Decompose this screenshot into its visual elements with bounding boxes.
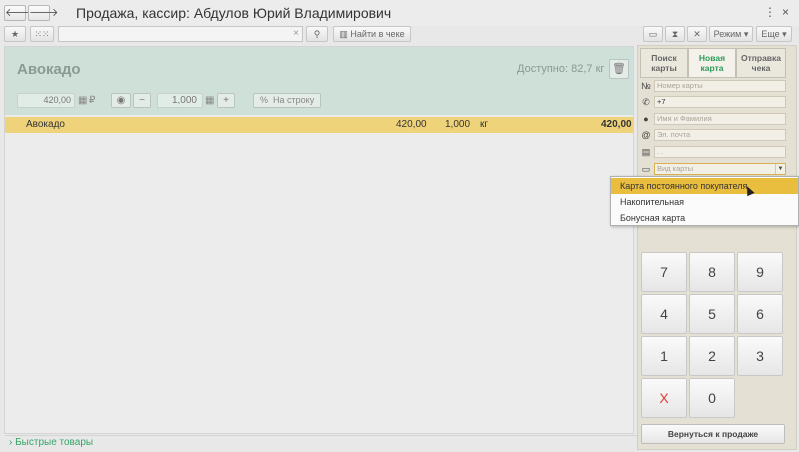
- trash-icon: 🗑: [612, 63, 626, 75]
- comment-button[interactable]: ▭: [643, 26, 663, 42]
- phone-icon: ✆: [642, 97, 650, 107]
- comment-icon: ▭: [648, 29, 658, 39]
- key-2[interactable]: 2: [689, 336, 735, 376]
- phone-field[interactable]: +7: [654, 96, 786, 108]
- find-in-check-label: Найти в чеке: [350, 29, 405, 39]
- cancel-icon: ✕: [693, 29, 701, 39]
- row-qty: 1,000: [445, 119, 471, 130]
- decrease-quantity-button[interactable]: −: [133, 93, 151, 108]
- key-9[interactable]: 9: [737, 252, 783, 292]
- row-name: Авокадо: [26, 119, 65, 130]
- search-icon: ⚲: [313, 29, 321, 39]
- close-icon[interactable]: ×: [782, 5, 789, 19]
- receipt-panel: Авокадо Доступно: 82,7 кг 🗑 420,00 ▦ ₽ ◉…: [4, 46, 637, 448]
- tab-label: Новая карта: [698, 53, 726, 73]
- date-row: ▤ . .: [640, 146, 788, 159]
- dropdown-option-accumulative[interactable]: Накопительная: [611, 194, 798, 210]
- hourglass-icon: ⧗: [671, 29, 679, 39]
- to-line-button[interactable]: % На строку: [253, 93, 321, 108]
- percent-icon: %: [260, 95, 274, 105]
- star-icon: ★: [10, 29, 20, 39]
- key-6[interactable]: 6: [737, 294, 783, 334]
- increase-quantity-button[interactable]: +: [217, 93, 235, 108]
- date-field[interactable]: . .: [654, 146, 786, 158]
- barcode-icon: ▥: [339, 29, 351, 39]
- number-sign-icon: №: [641, 81, 651, 91]
- card-type-placeholder: Вид карты: [657, 164, 694, 173]
- quick-items-toggle[interactable]: › Быстрые товары: [5, 435, 637, 450]
- chevron-down-icon[interactable]: ▼: [775, 164, 785, 174]
- product-name: Авокадо: [17, 61, 81, 78]
- currency-label: ₽: [89, 95, 96, 106]
- available-stock: Доступно: 82,7 кг: [517, 63, 605, 75]
- mode-button[interactable]: Режим ▾: [709, 26, 753, 42]
- favorite-button[interactable]: ★: [4, 26, 26, 42]
- quantity-field[interactable]: 1,000: [157, 93, 203, 108]
- search-input[interactable]: ×: [58, 26, 303, 42]
- key-1[interactable]: 1: [641, 336, 687, 376]
- calculator-icon[interactable]: ▦: [78, 93, 87, 108]
- window-title: Продажа, кассир: Абдулов Юрий Владимиров…: [76, 5, 392, 21]
- card-type-select[interactable]: Вид карты ▼: [654, 163, 786, 175]
- grid-button[interactable]: ⁙⁙: [30, 26, 54, 42]
- search-button[interactable]: ⚲: [306, 26, 328, 42]
- person-icon: ●: [643, 114, 649, 124]
- minus-icon: −: [139, 95, 145, 106]
- calendar-icon: ▤: [641, 147, 651, 157]
- key-0[interactable]: 0: [689, 378, 735, 418]
- at-icon: @: [641, 130, 651, 140]
- key-clear[interactable]: X: [641, 378, 687, 418]
- table-row[interactable]: Авокадо 420,00 1,000 кг 420,00: [5, 117, 633, 133]
- key-7[interactable]: 7: [641, 252, 687, 292]
- back-to-sale-button[interactable]: Вернуться к продаже: [641, 424, 785, 444]
- arrow-right-icon: 🡒: [29, 7, 59, 19]
- email-field[interactable]: Эл. почта: [654, 129, 786, 141]
- key-5[interactable]: 5: [689, 294, 735, 334]
- key-4[interactable]: 4: [641, 294, 687, 334]
- email-row: @ Эл. почта: [640, 129, 788, 142]
- tab-new-card[interactable]: Новая карта: [688, 48, 736, 78]
- quick-items-label: Быстрые товары: [15, 437, 94, 448]
- key-8[interactable]: 8: [689, 252, 735, 292]
- name-field[interactable]: Имя и Фамилия: [654, 113, 786, 125]
- phone-row: ✆ +7: [640, 96, 788, 109]
- key-3[interactable]: 3: [737, 336, 783, 376]
- toolbar: ★ ⁙⁙ × ⚲ ▥ Найти в чеке ▭ ⧗ ✕ Режим ▾ Ещ…: [0, 26, 799, 44]
- find-in-check-button[interactable]: ▥ Найти в чеке: [333, 26, 411, 42]
- more-button[interactable]: Еще ▾: [756, 26, 792, 42]
- dropdown-option-bonus[interactable]: Бонусная карта: [611, 210, 798, 226]
- product-header: Авокадо Доступно: 82,7 кг 🗑 420,00 ▦ ₽ ◉…: [5, 47, 633, 115]
- title-bar: 🡐 🡒 Продажа, кассир: Абдулов Юрий Владим…: [0, 0, 799, 26]
- card-type-dropdown: Карта постоянного покупателя Накопительн…: [610, 176, 799, 226]
- card-type-row: ▭ Вид карты ▼: [640, 163, 788, 176]
- grid-icon: ⁙⁙: [34, 29, 50, 39]
- card-icon: ▭: [641, 164, 651, 174]
- row-price: 420,00: [396, 119, 427, 130]
- row-unit: кг: [480, 119, 489, 130]
- calculator-icon[interactable]: ▦: [205, 93, 214, 108]
- card-number-row: № Номер карты: [640, 80, 788, 93]
- cancel-button[interactable]: ✕: [687, 26, 707, 42]
- to-line-label: На строку: [273, 95, 315, 105]
- price-field[interactable]: 420,00: [17, 93, 75, 108]
- forward-button[interactable]: 🡒: [28, 5, 59, 21]
- back-button[interactable]: 🡐: [4, 5, 35, 21]
- view-button[interactable]: ◉: [111, 93, 131, 108]
- tab-label: Отправка чека: [740, 53, 782, 73]
- row-total: 420,00: [601, 119, 632, 130]
- tab-label: Поиск карты: [651, 53, 677, 73]
- tab-send-receipt[interactable]: Отправка чека: [736, 48, 786, 78]
- hourglass-button[interactable]: ⧗: [665, 26, 685, 42]
- more-menu-icon[interactable]: ⋮: [764, 5, 776, 19]
- clear-icon[interactable]: ×: [293, 27, 299, 41]
- eye-icon: ◉: [116, 95, 126, 106]
- delete-button[interactable]: 🗑: [609, 59, 629, 79]
- plus-icon: +: [223, 95, 229, 106]
- name-row: ● Имя и Фамилия: [640, 113, 788, 126]
- dropdown-option-regular-customer[interactable]: Карта постоянного покупателя: [611, 178, 798, 194]
- card-number-field[interactable]: Номер карты: [654, 80, 786, 92]
- tab-card-search[interactable]: Поиск карты: [640, 48, 688, 78]
